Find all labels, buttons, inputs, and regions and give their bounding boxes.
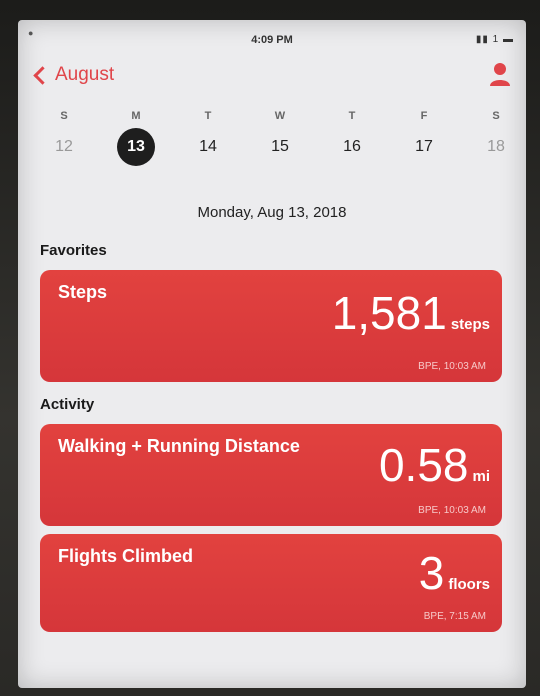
day-button[interactable]: 16 — [333, 128, 371, 166]
back-label: August — [55, 64, 115, 85]
weekday-letter: T — [348, 110, 356, 122]
distance-title: Walking + Running Distance — [58, 436, 300, 456]
day-button[interactable]: 15 — [261, 128, 299, 166]
flights-card[interactable]: Flights Climbed 3 floors BPE, 7:15 AM — [40, 534, 502, 632]
steps-title: Steps — [58, 282, 108, 302]
steps-value-group: 1,581 steps — [332, 290, 490, 336]
person-icon[interactable] — [488, 60, 512, 88]
steps-value: 1,581 — [331, 287, 447, 339]
weekday-letter: W — [274, 110, 286, 122]
status-time: 4:09 PM — [251, 34, 293, 46]
flights-time: BPE, 7:15 AM — [423, 611, 486, 622]
day-cell: 16 — [330, 128, 374, 166]
distance-value: 0.58 — [378, 439, 469, 491]
steps-card[interactable]: Steps 1,581 steps BPE, 10:03 AM — [40, 270, 502, 382]
day-cell: 12 — [42, 128, 86, 166]
chevron-left-icon — [33, 66, 52, 85]
flights-unit: floors — [448, 576, 490, 593]
distance-time: BPE, 10:03 AM — [418, 505, 486, 516]
weekday-letter: S — [60, 110, 68, 122]
battery-signal-icon: ▮▮ 1 ▬ — [475, 34, 514, 45]
flights-title: Flights Climbed — [58, 546, 193, 566]
distance-card[interactable]: Walking + Running Distance 0.58 mi BPE, … — [40, 424, 502, 526]
activity-header: Activity — [40, 396, 95, 413]
status-bar: ● 4:09 PM ▮▮ 1 ▬ — [18, 20, 526, 54]
day-cell: 13 — [114, 128, 158, 166]
day-button[interactable]: 17 — [405, 128, 443, 166]
day-button[interactable]: 12 — [45, 128, 83, 166]
steps-unit: steps — [450, 316, 490, 333]
selected-date-label: Monday, Aug 13, 2018 — [197, 204, 347, 221]
day-cell: 14 — [186, 128, 230, 166]
weekday-letter: F — [420, 110, 428, 122]
day-cell: 17 — [402, 128, 446, 166]
day-cell: 15 — [258, 128, 302, 166]
weekday-letter: T — [204, 110, 212, 122]
flights-value-group: 3 floors — [419, 550, 490, 596]
distance-value-group: 0.58 mi — [379, 442, 490, 488]
day-button[interactable]: 18 — [477, 128, 515, 166]
phone-screen: ● 4:09 PM ▮▮ 1 ▬ August S M T W T F S 12… — [18, 20, 526, 688]
day-button-selected[interactable]: 13 — [117, 128, 155, 166]
weekday-letter: S — [492, 110, 500, 122]
steps-time: BPE, 10:03 AM — [418, 361, 486, 372]
back-button[interactable]: August — [33, 64, 115, 86]
week-strip: 12 13 14 15 16 17 18 — [18, 128, 526, 172]
day-cell: 18 — [474, 128, 518, 166]
flights-value: 3 — [418, 547, 445, 599]
weekday-letter: M — [131, 110, 141, 122]
distance-unit: mi — [472, 468, 490, 485]
nav-bar: August — [18, 56, 526, 96]
week-header: S M T W T F S — [18, 106, 526, 126]
favorites-header: Favorites — [40, 242, 107, 259]
day-button[interactable]: 14 — [189, 128, 227, 166]
